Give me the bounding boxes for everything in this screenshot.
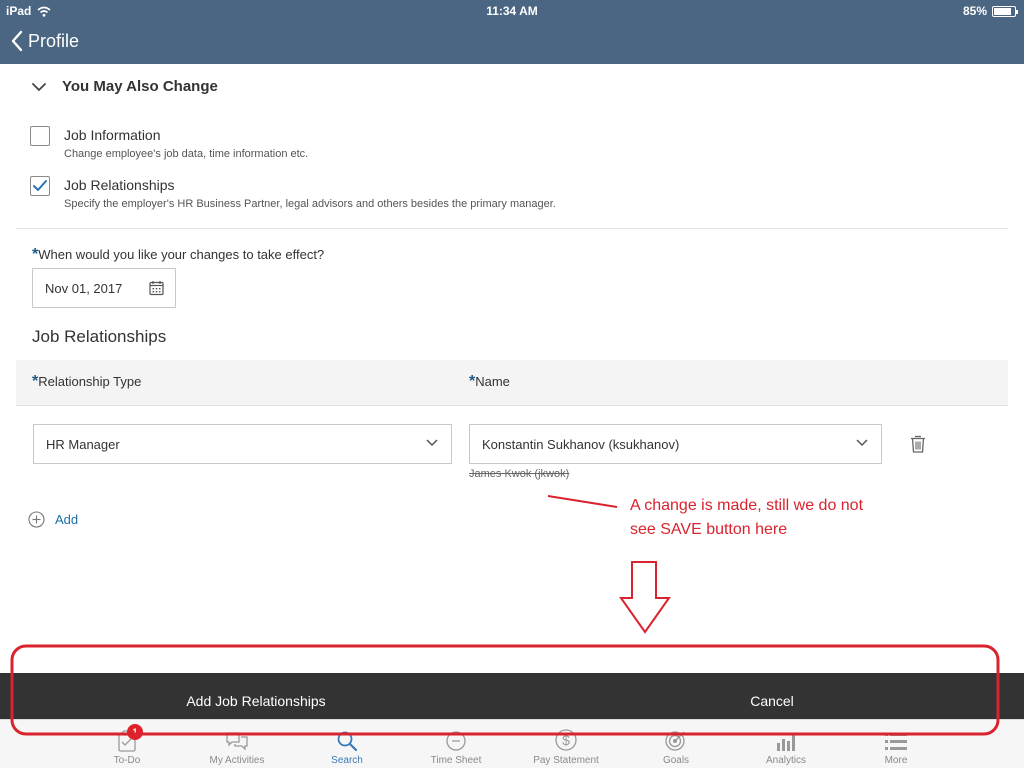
option-job-information[interactable]: Job Information Change employee's job da… xyxy=(30,126,308,160)
tab-pay-statement[interactable]: $ Pay Statement xyxy=(521,722,611,768)
name-value: Konstantin Sukhanov (ksukhanov) xyxy=(482,436,680,452)
bottom-tab-bar: To-Do 1 My Activities Search Time Sheet xyxy=(0,719,1024,768)
tab-label: My Activities xyxy=(209,755,265,766)
checkmark-icon xyxy=(33,180,47,191)
tab-label: Goals xyxy=(662,755,690,766)
action-bar: Add Job Relationships Cancel xyxy=(0,673,1024,719)
option-job-relationships[interactable]: Job Relationships Specify the employer's… xyxy=(30,176,556,210)
cancel-button[interactable]: Cancel xyxy=(692,673,852,719)
section-divider xyxy=(16,228,1008,229)
annotation-text: A change is made, still we do not see SA… xyxy=(630,497,864,538)
bar-chart-icon xyxy=(777,733,795,751)
status-right: 85% xyxy=(962,4,1018,18)
add-job-relationships-button[interactable]: Add Job Relationships xyxy=(120,673,392,719)
checkbox-job-relationships[interactable] xyxy=(30,176,50,196)
relationships-table-header: *Relationship Type *Name xyxy=(16,360,1008,406)
back-label: Profile xyxy=(28,30,80,51)
column-name: *Name xyxy=(469,373,510,390)
chevron-down-icon xyxy=(426,439,438,447)
relationship-type-select[interactable]: HR Manager xyxy=(33,424,452,464)
list-icon xyxy=(885,733,907,750)
notification-badge: 1 xyxy=(127,724,143,740)
target-icon xyxy=(665,731,685,751)
section-title: You May Also Change xyxy=(62,78,218,95)
tab-label: Pay Statement xyxy=(533,755,599,766)
tab-label: Search xyxy=(331,755,363,766)
option-title: Job Relationships xyxy=(64,177,175,193)
chevron-down-icon xyxy=(856,439,868,447)
plus-circle-icon xyxy=(28,511,45,528)
effective-date-label: *When would you like your changes to tak… xyxy=(32,246,324,264)
tab-label: To-Do xyxy=(113,755,141,766)
checkbox-job-information[interactable] xyxy=(30,126,50,146)
tab-label: More xyxy=(884,755,908,766)
chevron-down-icon xyxy=(32,82,46,91)
section-toggle[interactable]: You May Also Change xyxy=(30,78,218,95)
relationship-type-value: HR Manager xyxy=(46,436,120,452)
option-description: Change employee's job data, time informa… xyxy=(64,148,309,160)
tab-more[interactable]: More xyxy=(851,722,941,768)
column-relationship-type: *Relationship Type xyxy=(32,373,142,390)
tab-label: Time Sheet xyxy=(430,755,482,766)
tab-to-do[interactable]: To-Do 1 xyxy=(82,722,172,768)
previous-name-value: James Kwok (jkwok) xyxy=(469,468,570,480)
svg-text:$: $ xyxy=(562,732,570,748)
battery-percent: 85% xyxy=(962,4,987,18)
effective-date-value: Nov 01, 2017 xyxy=(45,280,123,296)
trash-icon[interactable] xyxy=(909,434,927,454)
effective-date-field[interactable]: Nov 01, 2017 xyxy=(32,268,176,308)
clock-icon xyxy=(446,731,466,751)
clock: 11:34 AM xyxy=(486,4,538,18)
annotation-pointer-line xyxy=(547,495,618,508)
add-label: Add xyxy=(55,512,79,527)
calendar-icon[interactable] xyxy=(149,280,164,296)
chevron-left-icon xyxy=(11,30,23,52)
option-description: Specify the employer's HR Business Partn… xyxy=(64,198,556,210)
tab-time-sheet[interactable]: Time Sheet xyxy=(411,722,501,768)
chat-icon xyxy=(226,732,248,751)
name-select[interactable]: Konstantin Sukhanov (ksukhanov) xyxy=(469,424,882,464)
tab-goals[interactable]: Goals xyxy=(631,722,721,768)
job-relationships-heading: Job Relationships xyxy=(32,327,167,346)
search-icon xyxy=(337,731,358,752)
tab-my-activities[interactable]: My Activities xyxy=(192,722,282,768)
tab-label: Analytics xyxy=(765,755,806,766)
app-header: iPad 11:34 AM 85% Profile xyxy=(0,0,1024,64)
annotation-down-arrow xyxy=(619,561,671,634)
back-button[interactable]: Profile xyxy=(10,30,79,52)
tab-search[interactable]: Search xyxy=(302,722,392,768)
option-title: Job Information xyxy=(64,127,161,143)
battery-icon xyxy=(992,5,1018,17)
dollar-icon: $ xyxy=(555,729,577,751)
tab-analytics[interactable]: Analytics xyxy=(741,722,831,768)
add-relationship-button[interactable]: Add xyxy=(28,511,78,528)
effective-date-text: When would you like your changes to take… xyxy=(38,247,325,262)
